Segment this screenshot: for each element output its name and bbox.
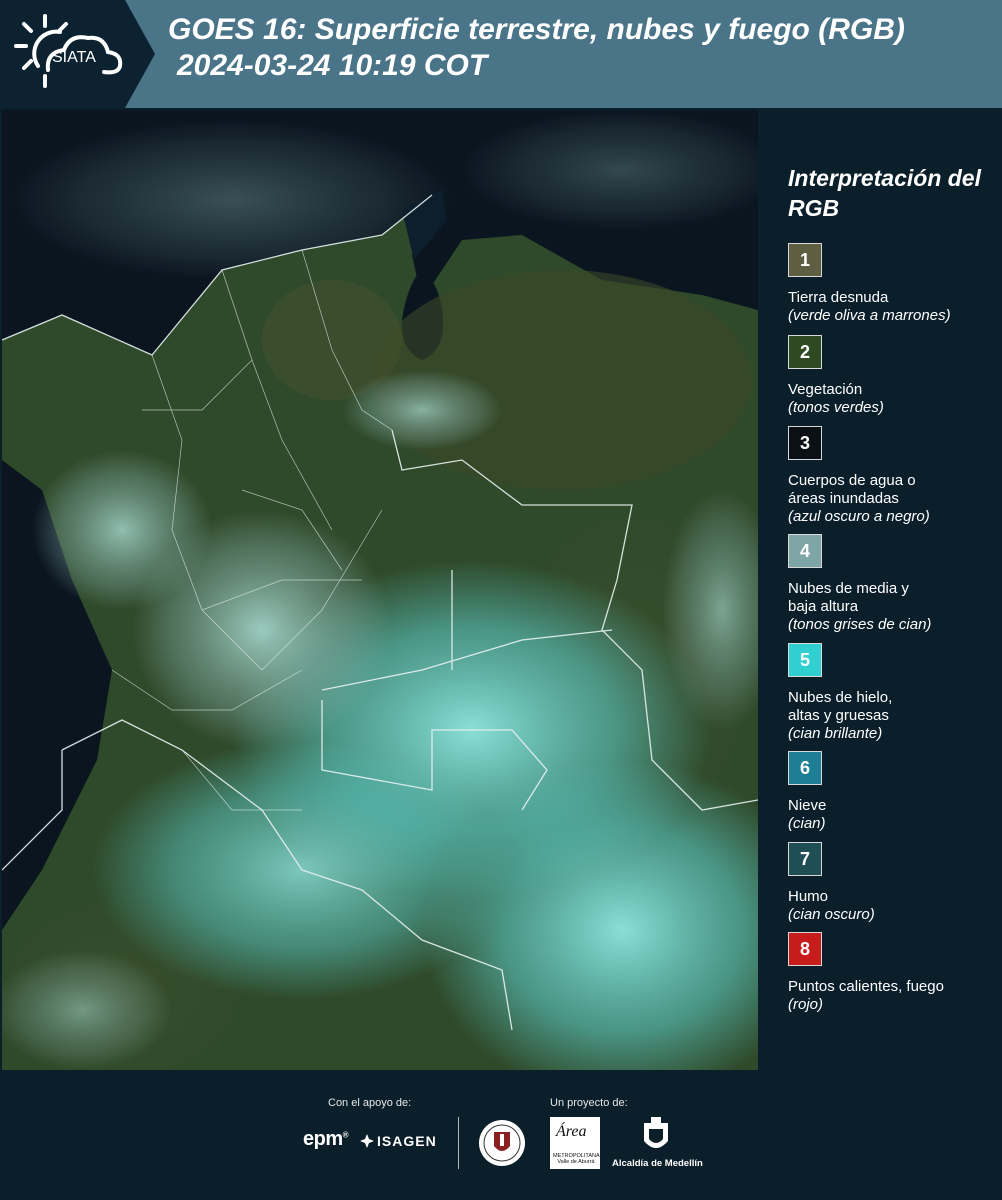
legend-note: (rojo)	[788, 996, 824, 1013]
legend-label: Nubes de hielo, altas y gruesas	[788, 689, 893, 724]
siata-sun-cloud-icon: SIATA	[0, 0, 155, 108]
footer-divider	[458, 1117, 459, 1169]
legend-label: Vegetación	[788, 381, 863, 398]
legend-item-fire: 8 Puntos calientes, fuego (rojo)	[788, 932, 998, 1014]
legend-swatch: 8	[788, 932, 822, 966]
isagen-logo[interactable]: ISAGEN	[360, 1133, 437, 1149]
legend-swatch: 7	[788, 842, 822, 876]
legend-item-mid-low-clouds: 4 Nubes de media y baja altura (tonos gr…	[788, 534, 998, 634]
epm-text: epm	[303, 1128, 343, 1150]
legend-label: Cuerpos de agua o áreas inundadas	[788, 472, 916, 507]
legend-swatch: 3	[788, 426, 822, 460]
epm-logo[interactable]: epm®	[303, 1128, 349, 1151]
university-seal-icon[interactable]	[478, 1118, 526, 1168]
legend-item-ice-clouds: 5 Nubes de hielo, altas y gruesas (cian …	[788, 643, 998, 743]
legend-panel: Interpretación del RGB 1 Tierra desnuda …	[760, 108, 1002, 1070]
legend-note: (cian)	[788, 815, 826, 832]
legend-note: (tonos verdes)	[788, 399, 884, 416]
legend-label: Nieve	[788, 797, 827, 814]
legend-note: (cian oscuro)	[788, 906, 875, 923]
area-metropolitana-logo[interactable]: Área METROPOLITANA Valle de Aburrá	[550, 1117, 600, 1169]
isagen-text: ISAGEN	[377, 1133, 437, 1149]
title-product: GOES 16: Superficie terrestre, nubes y f…	[168, 13, 905, 46]
legend-label: Puntos calientes, fuego	[788, 978, 944, 995]
legend-swatch: 6	[788, 751, 822, 785]
area-logo-sub: METROPOLITANA Valle de Aburrá	[553, 1153, 600, 1165]
legend-note: (tonos grises de cian)	[788, 616, 932, 633]
legend-note: (verde oliva a marrones)	[788, 307, 951, 324]
legend-item-smoke: 7 Humo (cian oscuro)	[788, 842, 998, 924]
legend-item-bare-soil: 1 Tierra desnuda (verde oliva a marrones…	[788, 243, 998, 325]
satellite-image	[2, 110, 758, 1070]
support-label: Con el apoyo de:	[328, 1097, 412, 1109]
legend-note: (cian brillante)	[788, 725, 883, 742]
project-label: Un proyecto de:	[550, 1097, 628, 1109]
isagen-mark-icon	[360, 1134, 374, 1148]
legend-item-water: 3 Cuerpos de agua o áreas inundadas (azu…	[788, 426, 998, 526]
legend-swatch: 1	[788, 243, 822, 277]
legend-note: (azul oscuro a negro)	[788, 508, 930, 525]
area-logo-word: Área	[556, 1123, 587, 1140]
alcaldia-label: Alcaldía de Medellín	[612, 1158, 703, 1169]
medellin-coat-of-arms-icon[interactable]	[641, 1117, 671, 1155]
legend-item-vegetation: 2 Vegetación (tonos verdes)	[788, 335, 998, 417]
legend-swatch: 4	[788, 534, 822, 568]
page-title: GOES 16: Superficie terrestre, nubes y f…	[168, 12, 998, 84]
footer-sponsors: Con el apoyo de: Un proyecto de: epm® IS…	[0, 1070, 1002, 1200]
svg-text:SIATA: SIATA	[52, 49, 96, 66]
legend-label: Humo	[788, 888, 829, 905]
legend-swatch: 5	[788, 643, 822, 677]
legend-title: Interpretación del RGB	[788, 165, 981, 221]
header-bar: SIATA GOES 16: Superficie terrestre, nub…	[0, 0, 1002, 108]
title-timestamp: 2024-03-24 10:19 COT	[177, 49, 488, 82]
legend-item-snow: 6 Nieve (cian)	[788, 751, 998, 833]
legend-label: Nubes de media y baja altura	[788, 580, 909, 615]
legend-swatch: 2	[788, 335, 822, 369]
satellite-rgb-map[interactable]	[2, 110, 758, 1070]
legend-label: Tierra desnuda	[788, 289, 889, 306]
siata-logo[interactable]: SIATA	[0, 0, 155, 108]
